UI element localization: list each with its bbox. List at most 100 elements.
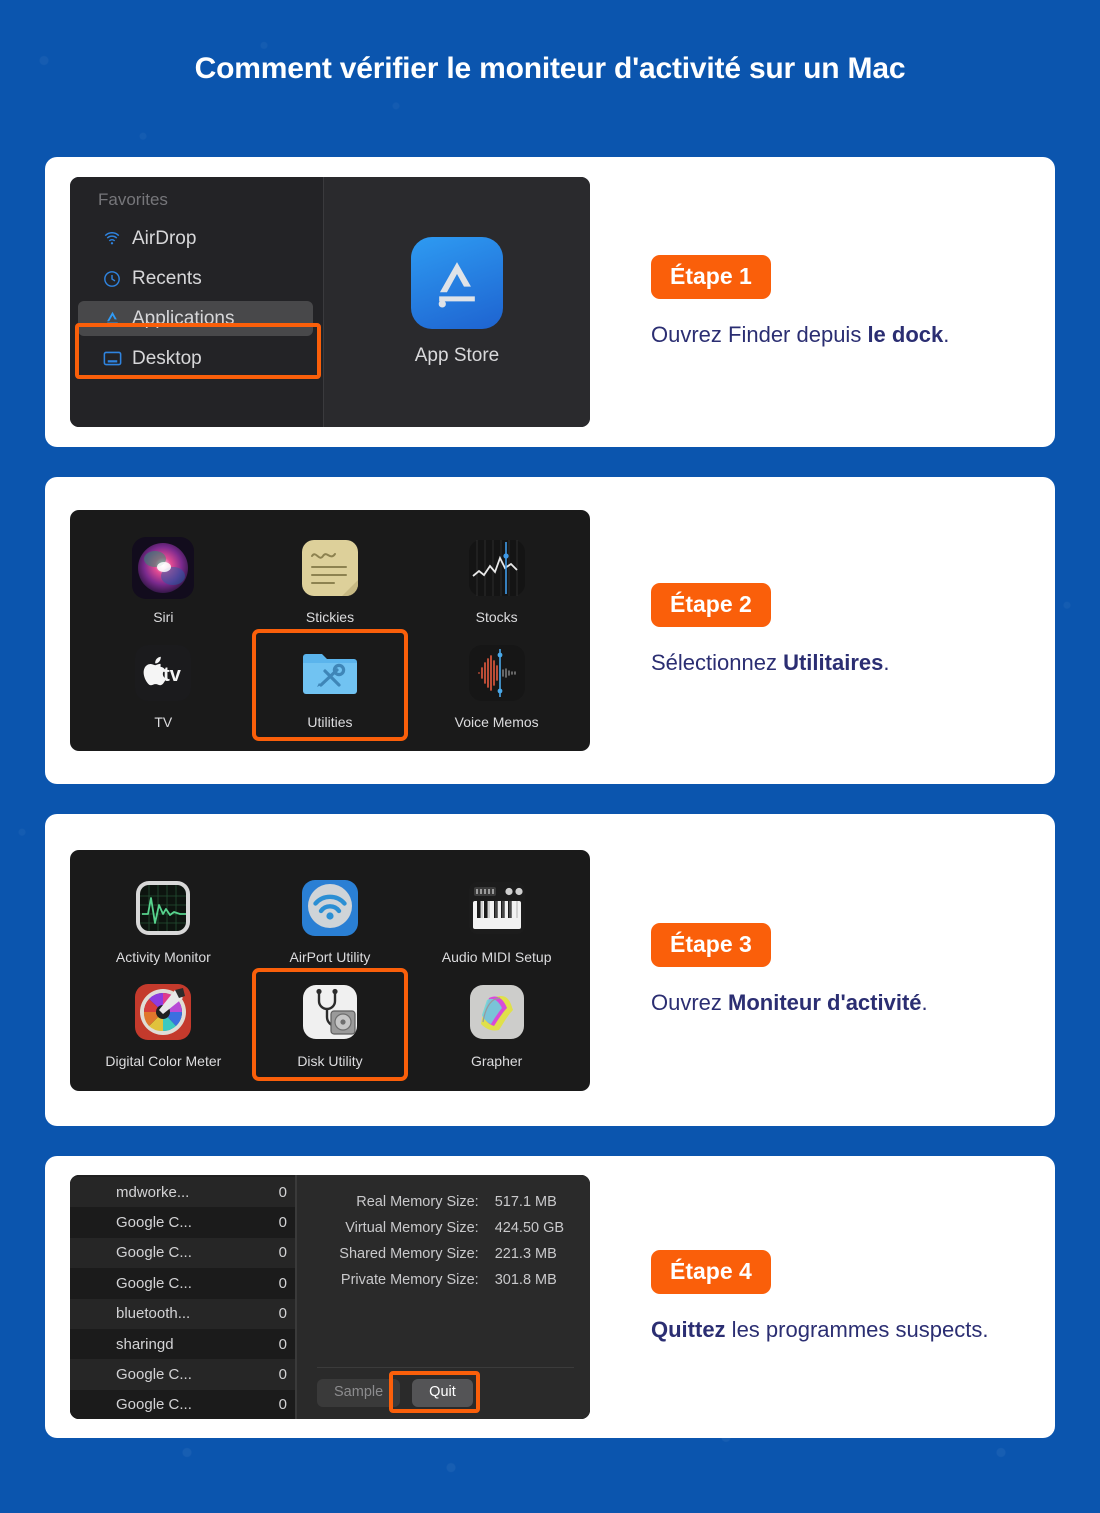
process-value: 0 xyxy=(278,1274,287,1292)
memory-value: 301.8 MB xyxy=(494,1272,557,1288)
activity-monitor-icon xyxy=(136,880,191,935)
step-text-emphasis: Moniteur d'activité xyxy=(728,989,922,1015)
app-store-icon[interactable] xyxy=(411,237,503,329)
finder-sidebar: Favorites AirDrop Recents Applications D… xyxy=(70,177,324,427)
utility-item-label: Activity Monitor xyxy=(115,948,211,965)
table-row: Private Memory Size: 301.8 MB xyxy=(317,1267,574,1293)
step-badge-2: Étape 2 xyxy=(651,583,771,628)
table-row[interactable]: Google C... 0 xyxy=(70,1359,295,1390)
utility-item-label: Audio MIDI Setup xyxy=(441,948,552,965)
table-row[interactable]: Google C... 0 xyxy=(70,1268,295,1299)
activity-monitor-window: mdworke... 0 Google C... 0 Google C... 0… xyxy=(70,1175,590,1419)
step-text-lead: Ouvrez Finder depuis xyxy=(651,321,868,347)
table-row[interactable]: Google C... 0 xyxy=(70,1207,295,1238)
app-item-utilities[interactable]: Utilities xyxy=(251,628,408,741)
process-list[interactable]: mdworke... 0 Google C... 0 Google C... 0… xyxy=(70,1175,295,1419)
step-text-2: Sélectionnez Utilitaires. xyxy=(651,648,1035,677)
utility-item-label: Grapher xyxy=(470,1053,523,1069)
process-name: bluetooth... xyxy=(116,1305,191,1323)
page-title: Comment vérifier le moniteur d'activité … xyxy=(194,52,906,85)
app-store-icon xyxy=(102,308,132,329)
memory-value: 517.1 MB xyxy=(494,1194,557,1210)
table-row[interactable]: mdworke... 0 xyxy=(70,1177,295,1208)
sidebar-item-airdrop[interactable]: AirDrop xyxy=(78,221,313,256)
process-name: Google C... xyxy=(116,1274,192,1292)
process-value: 0 xyxy=(278,1183,287,1201)
step-text-tail: les programmes suspects. xyxy=(725,1316,989,1342)
sidebar-item-recents[interactable]: Recents xyxy=(78,261,313,296)
process-name: Google C... xyxy=(116,1244,192,1262)
app-item-label: Siri xyxy=(153,609,174,625)
finder-screenshot: Favorites AirDrop Recents Applications D… xyxy=(70,177,590,427)
process-name: Google C... xyxy=(116,1366,192,1384)
process-name: Google C... xyxy=(116,1396,192,1414)
step-badge-1: Étape 1 xyxy=(651,254,771,299)
sidebar-item-label: Applications xyxy=(132,307,235,329)
memory-label: Shared Memory Size: xyxy=(339,1246,479,1262)
activity-monitor-screenshot: mdworke... 0 Google C... 0 Google C... 0… xyxy=(70,1175,590,1419)
sidebar-item-applications[interactable]: Applications xyxy=(78,301,313,336)
app-item-stickies[interactable]: Stickies xyxy=(256,528,404,633)
utility-item-airport-utility[interactable]: AirPort Utility xyxy=(256,868,404,973)
app-item-siri[interactable]: Siri xyxy=(89,528,237,633)
utility-item-disk-utility[interactable]: Disk Utility xyxy=(251,968,408,1081)
process-detail-pane: Real Memory Size: 517.1 MB Virtual Memor… xyxy=(297,1175,590,1419)
step-4-column: Étape 4 Quittez les programmes suspects. xyxy=(590,1249,1055,1344)
apple-tv-icon: tv xyxy=(135,644,192,701)
utility-item-digital-color-meter[interactable]: Digital Color Meter xyxy=(89,972,237,1077)
app-item-label: Utilities xyxy=(307,713,353,730)
memory-value: 221.3 MB xyxy=(494,1246,557,1262)
sidebar-item-desktop[interactable]: Desktop xyxy=(78,341,313,376)
step-text-emphasis: Utilitaires xyxy=(783,650,884,676)
app-item-tv[interactable]: tv TV xyxy=(89,633,237,738)
table-row[interactable]: bluetooth... 0 xyxy=(70,1298,295,1329)
step-2-column: Étape 2 Sélectionnez Utilitaires. xyxy=(590,583,1055,677)
step-card-1: Favorites AirDrop Recents Applications D… xyxy=(45,157,1055,447)
table-row: Virtual Memory Size: 424.50 GB xyxy=(317,1215,574,1241)
utilities-folder-icon xyxy=(302,653,357,694)
memory-value: 424.50 GB xyxy=(494,1220,565,1236)
applications-icon-grid: Siri Stickies Stocks tv TV Utilities Voi… xyxy=(70,510,590,751)
memory-details-table: Real Memory Size: 517.1 MB Virtual Memor… xyxy=(317,1189,574,1293)
sidebar-item-label: Recents xyxy=(132,267,202,289)
airdrop-icon xyxy=(102,229,132,249)
step-1-column: Étape 1 Ouvrez Finder depuis le dock. xyxy=(590,254,1055,349)
app-item-label: Stocks xyxy=(475,609,518,625)
step-text-tail: . xyxy=(943,321,950,347)
clock-icon xyxy=(102,269,132,289)
sample-button[interactable]: Sample xyxy=(317,1379,401,1407)
process-value: 0 xyxy=(278,1366,287,1384)
sidebar-item-label: Desktop xyxy=(132,347,202,369)
table-row: Real Memory Size: 517.1 MB xyxy=(317,1189,574,1215)
memory-label: Private Memory Size: xyxy=(340,1272,479,1288)
step-text-lead: Sélectionnez xyxy=(651,650,784,676)
svg-text:tv: tv xyxy=(163,664,182,686)
stocks-icon xyxy=(468,540,525,596)
audio-midi-setup-icon xyxy=(468,881,525,934)
siri-icon xyxy=(132,537,195,599)
voice-memos-icon xyxy=(468,644,525,701)
process-value: 0 xyxy=(278,1305,287,1323)
app-item-stocks[interactable]: Stocks xyxy=(423,528,571,633)
table-row[interactable]: Google C... 0 xyxy=(70,1389,295,1419)
desktop-icon xyxy=(102,349,132,368)
utility-item-grapher[interactable]: Grapher xyxy=(423,972,571,1077)
utility-item-label: AirPort Utility xyxy=(289,948,371,965)
table-row[interactable]: sharingd 0 xyxy=(70,1328,295,1360)
app-item-voice-memos[interactable]: Voice Memos xyxy=(423,633,571,738)
utility-item-audio-midi-setup[interactable]: Audio MIDI Setup xyxy=(423,868,571,973)
utilities-icon-grid: Activity Monitor AirPort Utility Audio M… xyxy=(70,850,590,1091)
process-value: 0 xyxy=(278,1244,287,1262)
airport-utility-icon xyxy=(301,879,358,936)
utility-item-activity-monitor[interactable]: Activity Monitor xyxy=(89,868,237,973)
app-item-label: Stickies xyxy=(305,609,355,625)
disk-utility-icon xyxy=(302,985,357,1039)
process-value: 0 xyxy=(278,1396,287,1414)
finder-window: Favorites AirDrop Recents Applications D… xyxy=(70,177,590,427)
table-row[interactable]: Google C... 0 xyxy=(70,1237,295,1269)
utilities-folder-screenshot: Activity Monitor AirPort Utility Audio M… xyxy=(70,849,590,1091)
process-name: sharingd xyxy=(116,1335,174,1353)
step-badge-3: Étape 3 xyxy=(651,922,771,967)
step-text-3: Ouvrez Moniteur d'activité. xyxy=(651,988,1035,1017)
process-value: 0 xyxy=(278,1214,287,1232)
